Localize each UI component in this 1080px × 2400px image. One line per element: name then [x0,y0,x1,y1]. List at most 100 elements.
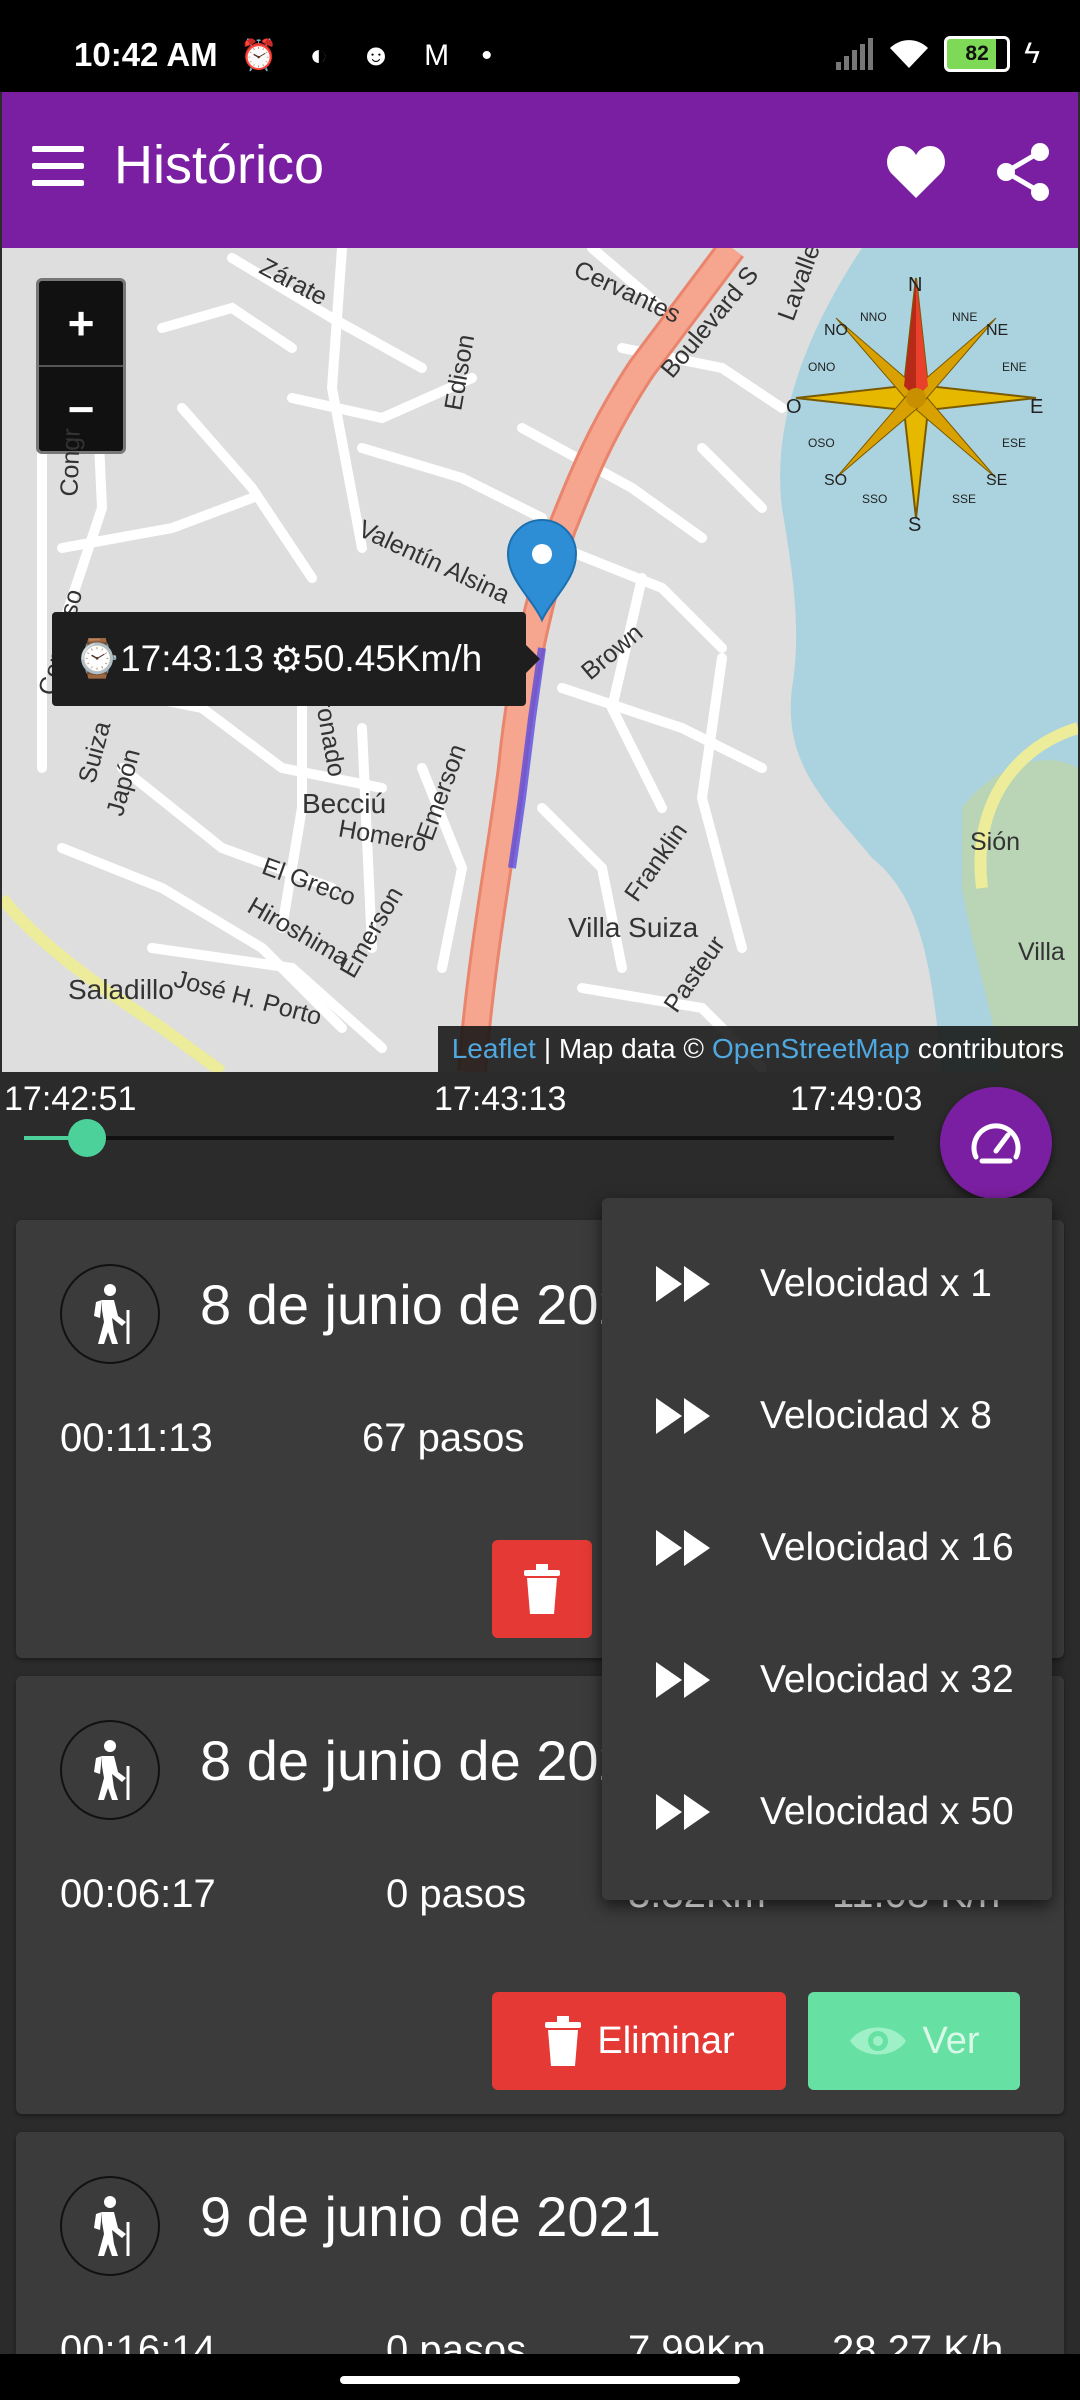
fast-forward-icon [656,1662,710,1698]
speedometer-icon: ⚙ [270,638,304,680]
timeline-start: 17:42:51 [4,1080,137,1118]
record-duration: 00:06:17 [60,1872,216,1916]
view-button[interactable]: Ver [808,1992,1020,2090]
fast-forward-icon [656,1530,710,1566]
menu-icon[interactable] [32,146,84,190]
record-title: 8 de junio de 2021 [200,1273,661,1336]
compass-label: ONO [808,360,836,374]
record-steps: 0 pasos [386,1872,527,1916]
mascot-icon: ☻ [360,39,404,72]
menu-item-label: Velocidad x 8 [760,1394,993,1437]
map-label: Edison [439,332,481,413]
map-label: Franklin [619,817,694,907]
map-attribution: Leaflet | Map data © OpenStreetMap contr… [437,1026,1078,1072]
record-title: 9 de junio de 2021 [200,2185,661,2248]
record-avatar [60,1264,160,1364]
map-label: Sión [970,828,1021,856]
speedometer-icon [971,1123,1021,1164]
timeline-slider[interactable] [24,1119,894,1157]
compass-label: NNO [860,310,887,324]
menu-item-speed-50[interactable]: Velocidad x 50 [602,1746,1052,1878]
attribution-contributors: contributors [917,1033,1064,1064]
compass-label: O [786,396,802,418]
signal-icon [836,38,874,70]
map-label: Saladillo [68,974,174,1005]
map-label: Congr [55,427,86,497]
map-label: José H. Porto [171,964,325,1032]
record-avatar [60,1720,160,1820]
hiking-icon [94,1284,130,1344]
menu-item-label: Velocidad x 16 [760,1526,1014,1569]
menu-item-label: Velocidad x 32 [760,1658,1014,1701]
record-steps: 67 pasos [362,1416,525,1460]
slider-thumb[interactable] [68,1119,106,1157]
compass-label: N [908,274,923,296]
map-label: Emerson [411,740,472,845]
compass-label: SSO [862,492,888,506]
map-label: Valentín Alsina [353,514,515,610]
map-label: Zárate [254,252,332,312]
menu-item-speed-8[interactable]: Velocidad x 8 [602,1350,1052,1482]
compass-label: E [1030,396,1044,418]
attribution-text: | Map data © [543,1033,705,1064]
record-card[interactable]: 9 de junio de 2021 00:16:14 0 pasos 7.99… [16,2132,1064,2392]
compass-label: SO [824,472,848,489]
position-tooltip: ⌚ 17:43:13 ⚙ 50.45Km/h [52,612,540,706]
trash-icon [545,2016,582,2066]
compass-label: SE [986,472,1008,489]
playback-timeline: 17:42:51 17:43:13 17:49:03 [0,1072,1080,1182]
gmail-icon: M [424,39,462,72]
compass-label: OSO [808,436,835,450]
hiking-icon [94,2196,130,2256]
delete-button[interactable]: Eliminar [492,1992,786,2090]
home-gesture-handle[interactable] [340,2376,740,2384]
record-avatar [60,2176,160,2276]
hiking-icon [94,1740,130,1800]
navigation-bar [0,2354,1080,2400]
menu-item-speed-32[interactable]: Velocidad x 32 [602,1614,1052,1746]
map-view[interactable]: + − Zárate Cervantes Boulevard S Lavalle… [2,248,1078,1072]
record-title: 8 de junio de 2021 [200,1729,661,1792]
menu-item-speed-16[interactable]: Velocidad x 16 [602,1482,1052,1614]
menu-item-label: Velocidad x 1 [760,1262,993,1305]
compass-label: S [908,514,922,536]
app-icon: ◐ [309,39,340,72]
status-time: 10:42 AM [74,36,218,73]
tooltip-speed: 50.45Km/h [303,638,483,679]
osm-link[interactable]: OpenStreetMap [712,1033,910,1065]
compass-label: NNE [952,310,978,324]
compass-label: ESE [1002,436,1027,450]
map-label: Villa [1018,938,1065,966]
status-bar: 10:42 AM ⏰ ◐ ☻ M • 82 ϟ [0,0,1080,92]
view-button-label: Ver [922,2019,980,2062]
record-duration: 00:11:13 [60,1416,213,1460]
map-label: Cervantes [569,255,685,329]
trash-icon [524,1564,560,1614]
compass-label: NE [986,322,1009,339]
speed-button[interactable] [940,1087,1052,1199]
notification-icons: ⏰ ◐ ☻ M • [240,38,504,73]
tooltip-time: 17:43:13 [120,638,265,679]
wifi-icon [890,40,929,68]
fast-forward-icon [656,1398,710,1434]
share-icon[interactable] [994,142,1054,202]
timeline-end: 17:49:03 [790,1080,923,1118]
timeline-current: 17:43:13 [434,1080,567,1118]
menu-item-label: Velocidad x 50 [760,1790,1014,1833]
map-label: Brown [575,618,649,686]
dot-icon: • [481,39,504,72]
map-label: Lavalle [772,248,826,325]
eye-icon [850,2027,907,2055]
heart-icon[interactable] [886,144,946,200]
map-label: Villa Suiza [568,912,699,943]
app-bar: Histórico [2,92,1078,248]
page-title: Histórico [114,135,325,195]
alarm-icon: ⏰ [240,39,290,72]
compass-label: SSE [952,492,977,506]
speed-menu: Velocidad x 1 Velocidad x 8 Velocidad x … [602,1198,1052,1900]
delete-button[interactable] [492,1540,592,1638]
compass-label: NO [824,322,848,339]
menu-item-speed-1[interactable]: Velocidad x 1 [602,1218,1052,1350]
leaflet-link[interactable]: Leaflet [452,1033,536,1065]
fast-forward-icon [656,1794,710,1830]
